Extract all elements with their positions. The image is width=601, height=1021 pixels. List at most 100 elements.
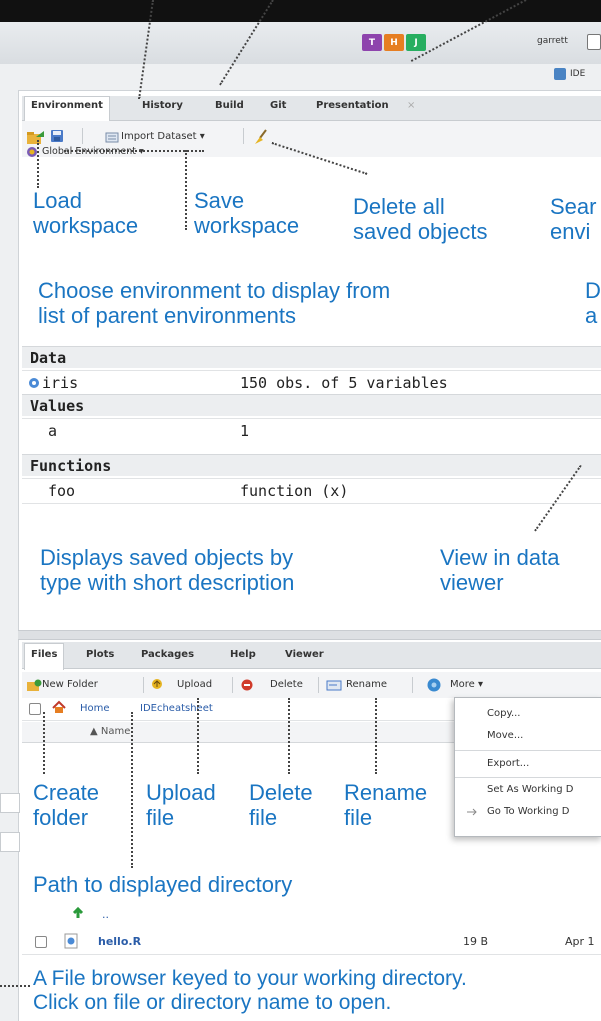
menu-item-go-working-dir[interactable]: Go To Working D [487,806,569,817]
badge-h[interactable]: H [384,34,404,51]
object-name: foo [48,482,76,500]
tab-packages[interactable]: Packages [141,649,194,660]
tab-presentation[interactable]: Presentation [316,100,389,111]
leader-line [131,712,133,868]
file-name[interactable]: hello.R [98,935,141,948]
leader-line [0,985,30,987]
annotation-load-workspace: Load workspace [33,188,139,239]
rename-icon [326,680,342,691]
delete-button[interactable]: Delete [270,679,303,690]
import-dataset-icon [105,132,119,143]
toolbar-separator [318,677,319,693]
annotation-delete-all: Delete all saved objects [353,194,488,245]
expand-icon[interactable] [28,377,40,389]
annotation-save-workspace: Save workspace [194,188,300,239]
annotation-file-browser: A File browser keyed to your working dir… [33,967,467,1015]
tab-history[interactable]: History [142,100,183,111]
broom-icon[interactable] [252,128,270,146]
file-size: 19 B [463,935,489,948]
annotation-rename-file: Rename file [344,780,428,831]
up-arrow-icon [72,906,84,918]
table-row[interactable]: foo function (x) [22,478,601,504]
window-top-bar [0,0,601,22]
leader-line [375,698,377,774]
object-value: function (x) [240,482,349,500]
new-folder-button[interactable]: New Folder [42,679,98,690]
sign-out-icon[interactable] [587,34,601,50]
files-toolbar [22,672,601,698]
home-icon [52,700,66,713]
more-menu: Copy... Move... Export... Set As Working… [454,697,601,837]
object-name: iris [42,374,79,392]
file-name[interactable]: .. [102,908,109,921]
new-folder-icon [27,679,42,691]
user-badges: T H J [362,34,426,51]
annotation-display-env: Da [585,278,601,329]
table-row[interactable]: hello.R 19 B Apr 1 [22,930,601,955]
tab-build[interactable]: Build [215,100,244,111]
leader-line [43,712,45,774]
delete-icon [241,679,253,691]
leader-line [64,150,204,152]
toolbar-separator [232,677,233,693]
menu-item-set-working-dir[interactable]: Set As Working D [487,784,574,795]
tab-environment[interactable]: Environment [24,96,110,121]
tab-plots[interactable]: Plots [86,649,114,660]
annotation-choose-env: Choose environment to display from list o… [38,278,391,329]
menu-divider [455,750,601,751]
toolbar-separator [82,128,83,144]
table-row[interactable]: a 1 [22,418,601,443]
name-column-header[interactable]: ▲ Name [90,726,130,737]
menu-item-copy[interactable]: Copy... [487,708,520,719]
annotation-search-env: Sear envi [550,194,597,245]
object-name: a [48,422,58,440]
menu-item-move[interactable]: Move... [487,730,523,741]
rename-button[interactable]: Rename [346,679,387,690]
badge-j[interactable]: J [406,34,426,51]
save-workspace-icon[interactable] [50,129,64,143]
project-label: IDE [570,69,586,79]
secondary-toolbar [0,64,601,91]
toolbar-separator [412,677,413,693]
tab-files[interactable]: Files [24,643,65,670]
import-dataset-button[interactable]: Import Dataset ▾ [121,131,205,142]
more-button[interactable]: More ▾ [450,679,483,690]
object-value: 1 [240,422,250,440]
annotation-upload-file: Upload file [146,780,216,831]
r-file-icon [64,933,78,949]
file-checkbox[interactable] [35,936,47,948]
user-name: garrett [537,36,568,46]
menu-item-export[interactable]: Export... [487,758,529,769]
section-header-data: Data [22,346,601,368]
table-row[interactable]: iris 150 obs. of 5 variables [22,370,601,395]
annotation-displays-saved: Displays saved objects by type with short… [40,545,295,596]
left-pane-edge [0,90,19,1021]
annotation-view-data: View in data viewer [440,545,560,596]
left-pane-control[interactable] [0,793,20,813]
load-workspace-icon[interactable] [26,129,46,145]
leader-line [288,698,290,774]
upload-icon [152,679,162,689]
tab-viewer[interactable]: Viewer [285,649,324,660]
pane-splitter[interactable] [18,630,601,640]
tab-help[interactable]: Help [230,649,256,660]
project-menu[interactable]: IDE [554,68,585,80]
tab-git[interactable]: Git [270,100,286,111]
breadcrumb-home[interactable]: Home [80,703,110,714]
leader-line [185,150,187,230]
section-header-values: Values [22,394,601,416]
select-all-checkbox[interactable] [29,703,41,715]
annotation-create-folder: Create folder [33,780,100,831]
table-row[interactable]: .. [22,902,601,926]
project-cube-icon [554,68,566,80]
badge-t[interactable]: T [362,34,382,51]
toolbar-separator [243,128,244,144]
close-icon[interactable]: × [407,100,415,111]
annotation-delete-file: Delete file [249,780,313,831]
annotation-path-displayed: Path to displayed directory [33,872,293,897]
leader-line [197,698,199,774]
left-pane-control[interactable] [0,832,20,852]
upload-button[interactable]: Upload [177,679,212,690]
menu-divider [455,777,601,778]
breadcrumb-dir[interactable]: IDEcheatsheet [140,703,213,714]
